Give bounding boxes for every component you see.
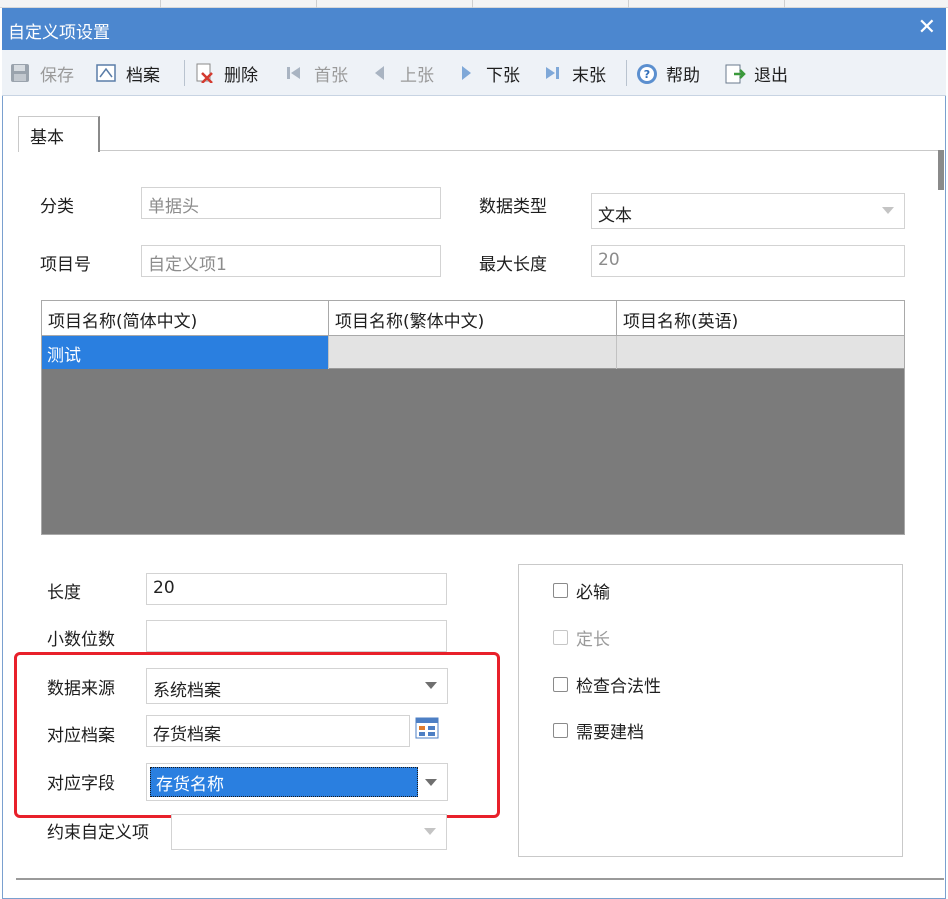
help-label: 帮助 xyxy=(666,65,700,86)
exit-label: 退出 xyxy=(754,65,788,86)
item-no-label: 项目号 xyxy=(40,255,91,275)
category-field[interactable]: 单据头 xyxy=(141,187,441,219)
panel-bottom-border xyxy=(16,878,944,880)
last-label: 末张 xyxy=(572,65,606,86)
options-group xyxy=(518,564,903,857)
prev-button[interactable]: 上张 xyxy=(370,60,434,86)
save-icon xyxy=(10,63,30,83)
column-header-traditional[interactable]: 项目名称(繁体中文) xyxy=(329,301,617,336)
help-icon: ? xyxy=(636,63,657,84)
help-button[interactable]: ? 帮助 xyxy=(636,60,700,86)
category-label: 分类 xyxy=(40,197,74,217)
first-icon xyxy=(284,63,304,83)
last-button[interactable]: 末张 xyxy=(542,60,606,86)
top-strip xyxy=(0,0,948,8)
next-button[interactable]: 下张 xyxy=(456,60,520,86)
grid-cell-traditional[interactable] xyxy=(329,336,617,369)
archive-icon xyxy=(96,63,116,83)
first-button[interactable]: 首张 xyxy=(284,60,348,86)
column-header-english[interactable]: 项目名称(英语) xyxy=(617,301,904,336)
data-type-value: 文本 xyxy=(598,206,632,226)
grid-cell-english[interactable] xyxy=(617,336,904,369)
highlight-annotation xyxy=(14,652,500,818)
constraint-item-label: 约束自定义项 xyxy=(47,823,149,843)
window-title: 自定义项设置 xyxy=(8,23,110,43)
data-type-select[interactable]: 文本 xyxy=(591,193,905,229)
next-icon xyxy=(456,63,476,83)
required-checkbox[interactable]: 必输 xyxy=(553,578,610,603)
column-header-simplified[interactable]: 项目名称(简体中文) xyxy=(42,301,329,336)
window-titlebar: 自定义项设置 ✕ xyxy=(2,8,946,50)
constraint-item-select[interactable] xyxy=(171,814,447,850)
delete-button[interactable]: 删除 xyxy=(194,60,258,86)
decimals-field[interactable] xyxy=(146,620,447,652)
max-length-field[interactable]: 20 xyxy=(591,245,905,277)
item-name-grid: 项目名称(简体中文) 项目名称(繁体中文) 项目名称(英语) 测试 xyxy=(41,300,905,535)
checkbox-box xyxy=(553,723,568,738)
need-archive-checkbox[interactable]: 需要建档 xyxy=(553,718,644,743)
archive-button[interactable]: 档案 xyxy=(96,60,160,86)
grid-cell-simplified[interactable]: 测试 xyxy=(42,336,329,369)
chevron-down-icon xyxy=(424,828,436,835)
table-row: 测试 xyxy=(42,336,904,369)
grid-header: 项目名称(简体中文) 项目名称(繁体中文) 项目名称(英语) xyxy=(42,301,904,336)
fixed-length-label: 定长 xyxy=(576,630,610,650)
tab-divider xyxy=(100,150,940,151)
length-label: 长度 xyxy=(47,583,81,603)
save-label: 保存 xyxy=(40,65,74,86)
tab-basic-label: 基本 xyxy=(30,128,64,148)
archive-label: 档案 xyxy=(126,65,160,86)
chevron-down-icon xyxy=(882,207,894,214)
checkbox-box xyxy=(553,677,568,692)
save-button[interactable]: 保存 xyxy=(10,60,74,86)
checkbox-box xyxy=(553,583,568,598)
delete-icon xyxy=(194,63,214,84)
max-length-label: 最大长度 xyxy=(479,255,547,275)
delete-label: 删除 xyxy=(224,65,258,86)
tab-basic[interactable]: 基本 xyxy=(18,116,100,152)
exit-button[interactable]: 退出 xyxy=(724,60,788,86)
prev-icon xyxy=(370,63,390,83)
exit-icon xyxy=(724,63,746,84)
checkbox-box xyxy=(553,630,568,645)
decimals-label: 小数位数 xyxy=(47,630,115,650)
data-type-label: 数据类型 xyxy=(479,197,547,217)
last-icon xyxy=(542,63,562,83)
prev-label: 上张 xyxy=(400,65,434,86)
svg-text:?: ? xyxy=(644,68,650,81)
check-validity-checkbox[interactable]: 检查合法性 xyxy=(553,672,661,697)
scrollbar-thumb[interactable] xyxy=(938,150,944,190)
toolbar: 保存 档案 删除 首张 上张 下张 末张 ? 帮助 退出 xyxy=(2,50,946,96)
required-label: 必输 xyxy=(576,583,610,603)
fixed-length-checkbox[interactable]: 定长 xyxy=(553,625,610,650)
close-icon[interactable]: ✕ xyxy=(918,15,936,40)
length-field[interactable]: 20 xyxy=(146,573,447,605)
need-archive-label: 需要建档 xyxy=(576,723,644,743)
item-no-field[interactable]: 自定义项1 xyxy=(141,245,441,277)
check-validity-label: 检查合法性 xyxy=(576,677,661,697)
first-label: 首张 xyxy=(314,65,348,86)
next-label: 下张 xyxy=(486,65,520,86)
